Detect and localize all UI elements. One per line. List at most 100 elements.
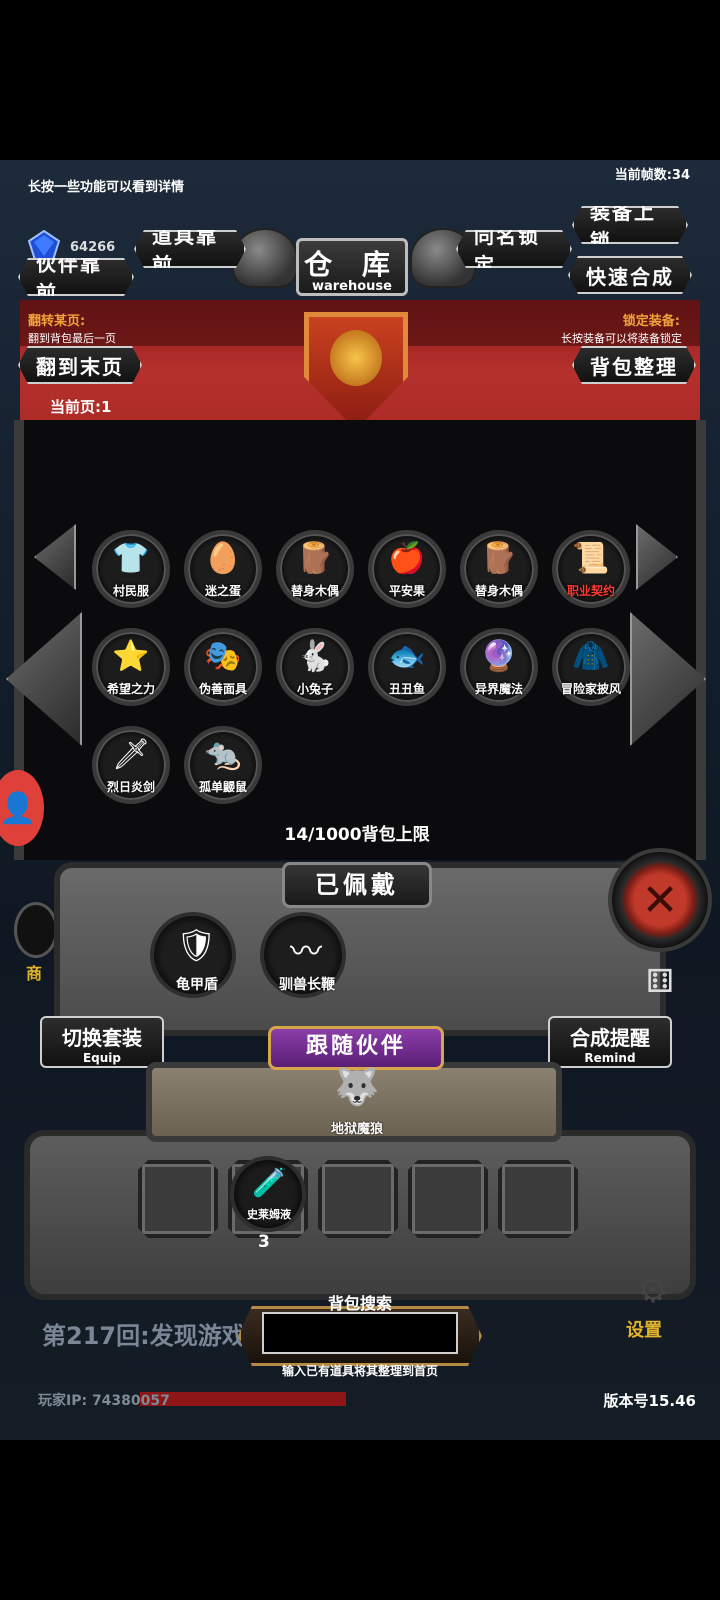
settings-button[interactable]: 设置 [626, 1316, 662, 1342]
rabbit-icon: 🐇 [296, 639, 334, 674]
warehouse-title-en: warehouse [311, 279, 392, 294]
player-ip: 玩家IP: 74380057 [38, 1393, 170, 1409]
left-helmet-icon [232, 228, 298, 288]
inventory-item-label: 平安果 [388, 584, 425, 598]
inventory-item-label: 职业契约 [566, 584, 615, 598]
quick-merge-button[interactable]: 快速合成 [568, 256, 692, 294]
equip-slot[interactable]: 〰 驯兽长鞭 [260, 912, 346, 998]
inventory-slot[interactable]: 🪵 替身木偶 [276, 530, 354, 608]
shirt-icon: 👕 [112, 541, 150, 576]
bag-search-input[interactable] [262, 1312, 458, 1354]
potion-count: 3 [258, 1232, 270, 1252]
wooden-doll-icon: 🪵 [296, 541, 334, 576]
hell-wolf-icon: 🐺 [334, 1067, 380, 1108]
close-button[interactable]: ✕ [608, 848, 712, 952]
flip-page-title: 翻转某页: [28, 314, 86, 329]
merge-remind-label: 合成提醒 [570, 1026, 650, 1050]
partner-front-button[interactable]: 伙伴靠前 [18, 258, 134, 296]
warehouse-title: 仓 库 warehouse [296, 238, 408, 296]
inventory-item-label: 孤单鼹鼠 [198, 780, 247, 794]
potion-item[interactable]: 🧪 史莱姆液 [230, 1156, 306, 1232]
inventory-item-label: 希望之力 [106, 682, 155, 696]
inventory-item-label: 冒险家披风 [560, 682, 621, 696]
inventory-item-label: 烈日炎剑 [106, 780, 155, 794]
wooden-doll-icon: 🪵 [480, 541, 518, 576]
inventory-slot[interactable]: 🗡 烈日炎剑 [92, 726, 170, 804]
long-press-hint: 长按一些功能可以看到详情 [28, 180, 185, 195]
turtle-shield-icon: 🛡 [176, 926, 217, 964]
mask-icon: 🎭 [204, 639, 242, 674]
sort-bag-button[interactable]: 背包整理 [572, 346, 696, 384]
items-front-button[interactable]: 道具靠前 [134, 230, 246, 268]
sword-icon: 🗡 [112, 737, 151, 772]
inventory-slot[interactable]: ⭐ 希望之力 [92, 628, 170, 706]
gem-count: 64266 [70, 240, 116, 255]
potion-label: 史莱姆液 [247, 1208, 291, 1221]
lion-emblem-icon [330, 330, 382, 386]
last-page-button[interactable]: 翻到末页 [18, 346, 142, 384]
warehouse-title-cn: 仓 库 [304, 248, 400, 281]
inventory-item-label: 丑丑鱼 [388, 682, 425, 696]
inventory-slot[interactable]: 🥚 迷之蛋 [184, 530, 262, 608]
fish-icon: 🐟 [388, 639, 426, 674]
bag-capacity: 14/1000背包上限 [284, 825, 430, 845]
equip-item-label: 龟甲盾 [176, 977, 218, 993]
same-name-lock-button[interactable]: 同名锁定 [456, 230, 572, 268]
potion-slot-empty[interactable] [318, 1160, 398, 1238]
switch-set-sublabel: Equip [82, 1051, 122, 1065]
fps-counter: 当前帧数:34 [614, 168, 690, 183]
partner-slot[interactable]: 🐺 地狱魔狼 [318, 1062, 396, 1140]
close-icon: ✕ [641, 874, 679, 926]
flip-page-hint: 翻到背包最后一页 [28, 332, 116, 345]
inventory-slot[interactable]: 🍎 平安果 [368, 530, 446, 608]
inventory-slot[interactable]: 🎭 伪善面具 [184, 628, 262, 706]
version-number: 版本号15.46 [603, 1392, 696, 1410]
inventory-slot[interactable]: 🔮 异界魔法 [460, 628, 538, 706]
inventory-item-label: 异界魔法 [474, 682, 523, 696]
apple-icon: 🍎 [388, 541, 426, 576]
shop-label[interactable]: 商 [26, 960, 42, 984]
inventory-item-label: 伪善面具 [198, 682, 247, 696]
shop-icon[interactable] [14, 902, 58, 958]
inventory-item-label: 小兔子 [296, 682, 333, 696]
inventory-slot[interactable]: 🧥 冒险家披风 [552, 628, 630, 706]
inventory-slot[interactable]: 👕 村民服 [92, 530, 170, 608]
search-hint: 输入已有道具将其整理到首页 [281, 1364, 438, 1378]
cape-icon: 🧥 [572, 639, 610, 674]
egg-icon: 🥚 [204, 541, 242, 576]
potion-slot-empty[interactable] [498, 1160, 578, 1238]
potion-icon: 🧪 [252, 1166, 287, 1199]
partner-name: 地狱魔狼 [330, 1122, 383, 1137]
inventory-slot[interactable]: 🐀 孤单鼹鼠 [184, 726, 262, 804]
switch-set-button[interactable]: 切换套装 Equip [40, 1016, 164, 1068]
inventory-slot[interactable]: 🐟 丑丑鱼 [368, 628, 446, 706]
scroll-icon: 📜 [572, 541, 610, 576]
equip-slot[interactable]: 🛡 龟甲盾 [150, 912, 236, 998]
inventory-item-label: 村民服 [112, 584, 149, 598]
ip-bar [140, 1392, 346, 1406]
lock-equip-title: 锁定装备: [622, 314, 680, 329]
chapter-title: 第217回:发现游戏 [42, 1322, 242, 1350]
inventory-item-label: 替身木偶 [474, 584, 523, 598]
inventory-slot[interactable]: 🪵 替身木偶 [460, 530, 538, 608]
merge-remind-sublabel: Remind [584, 1051, 636, 1065]
switch-set-label: 切换套装 [62, 1026, 142, 1050]
equip-lock-button[interactable]: 装备上锁 [572, 206, 688, 244]
search-label: 背包搜索 [327, 1294, 392, 1313]
equipped-title: 已佩戴 [282, 862, 432, 908]
gem-icon [27, 230, 61, 261]
current-page-label: 当前页:1 [50, 398, 112, 416]
dice-icon[interactable]: ⚅ [646, 962, 686, 1002]
mole-icon: 🐀 [204, 737, 242, 772]
potion-slot-empty[interactable] [408, 1160, 488, 1238]
inventory-item-label: 迷之蛋 [204, 584, 241, 598]
lock-equip-hint: 长按装备可以将装备锁定 [561, 332, 682, 345]
inventory-slot[interactable]: 🐇 小兔子 [276, 628, 354, 706]
star-icon: ⭐ [112, 639, 150, 674]
inventory-item-label: 替身木偶 [290, 584, 339, 598]
settings-gear-icon[interactable]: ⚙ [628, 1270, 678, 1314]
potion-slot-empty[interactable] [138, 1160, 218, 1238]
inventory-slot[interactable]: 📜 职业契约 [552, 530, 630, 608]
whip-icon: 〰 [289, 932, 322, 970]
merge-remind-button[interactable]: 合成提醒 Remind [548, 1016, 672, 1068]
